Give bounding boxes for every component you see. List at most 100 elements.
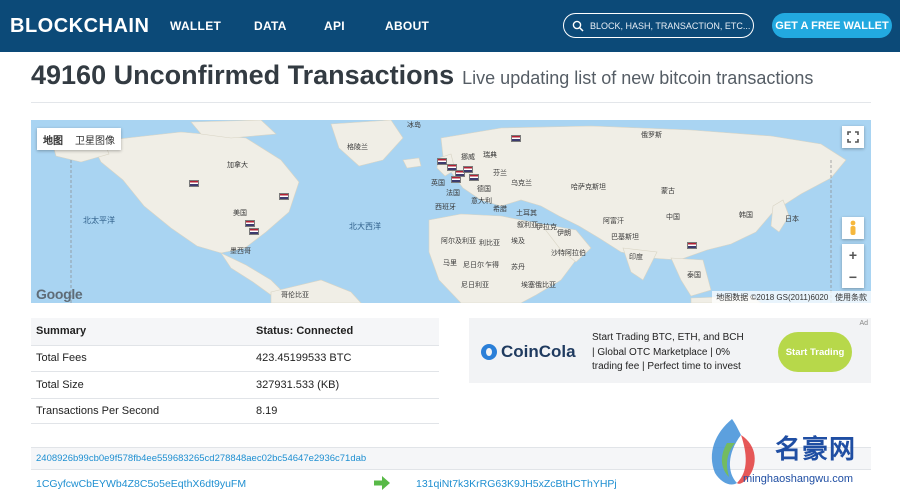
tx-marker[interactable] (687, 242, 697, 249)
map-label: 巴基斯坦 (611, 234, 639, 241)
nav-about[interactable]: ABOUT (385, 19, 429, 33)
map-label: 中国 (666, 214, 680, 221)
map-label: 墨西哥 (230, 248, 251, 255)
map-label: 冰岛 (407, 122, 421, 129)
zoom-out-button[interactable]: − (849, 266, 857, 288)
map-label: 利比亚 (479, 240, 500, 247)
tx-marker[interactable] (249, 228, 259, 235)
map-type-satellite-button[interactable]: 卫星图像 (69, 132, 121, 147)
summary-label: Total Fees (36, 352, 87, 365)
fullscreen-icon[interactable] (842, 126, 864, 148)
tx-marker[interactable] (469, 174, 479, 181)
map-terms-link[interactable]: 使用条款 (835, 293, 867, 302)
map-label: 芬兰 (493, 170, 507, 177)
coincola-logo: CoinCola (481, 342, 576, 362)
google-logo: Google (36, 286, 83, 302)
summary-row-tps: Transactions Per Second 8.19 (31, 397, 439, 424)
world-map[interactable]: 地图 卫星图像 + − 北太平洋 北大西洋 加拿大 美国 墨西哥 格陵兰 冰岛 … (31, 120, 871, 303)
map-label: 法国 (446, 190, 460, 197)
map-label: 西班牙 (435, 204, 456, 211)
connection-status: Status: Connected (256, 325, 354, 338)
summary-label: Transactions Per Second (36, 404, 160, 417)
map-label: 尼日尔 (463, 262, 484, 269)
coincola-brand-text: CoinCola (501, 342, 576, 361)
map-label: 土耳其 (516, 210, 537, 217)
search-box[interactable] (563, 13, 754, 38)
transaction-hash-link[interactable]: 2408926b99cb0e9f578fb4ee559683265cd27884… (36, 453, 366, 464)
tx-marker[interactable] (451, 176, 461, 183)
summary-table: Summary Status: Connected Total Fees 423… (31, 318, 439, 424)
tx-marker[interactable] (245, 220, 255, 227)
summary-header-label: Summary (36, 325, 87, 338)
map-label: 希腊 (493, 206, 507, 213)
page-header: 49160 Unconfirmed Transactions Live upda… (31, 60, 871, 100)
map-label: 日本 (785, 216, 799, 223)
ad-copy: Start Trading BTC, ETH, and BCH | Global… (592, 331, 762, 375)
search-input[interactable] (590, 20, 750, 31)
map-label: 格陵兰 (347, 144, 368, 151)
nav-data[interactable]: DATA (254, 19, 287, 33)
page-title: 49160 Unconfirmed Transactions (31, 60, 455, 90)
coincola-logo-icon (481, 344, 497, 360)
street-view-pegman-icon[interactable] (842, 217, 864, 239)
map-label: 英国 (431, 180, 445, 187)
summary-row-total-fees: Total Fees 423.45199533 BTC (31, 344, 439, 372)
map-label: 尼日利亚 (461, 282, 489, 289)
map-label: 苏丹 (511, 264, 525, 271)
map-label: 伊拉克 (536, 224, 557, 231)
map-type-toggle[interactable]: 地图 卫星图像 (37, 128, 121, 150)
start-trading-button[interactable]: Start Trading (778, 332, 852, 372)
zoom-controls: + − (842, 244, 864, 288)
summary-row-total-size: Total Size 327931.533 (KB) (31, 371, 439, 398)
header-divider (31, 102, 871, 103)
summary-label: Total Size (36, 378, 84, 391)
tx-marker[interactable] (463, 166, 473, 173)
tx-marker[interactable] (189, 180, 199, 187)
nav-api[interactable]: API (324, 19, 345, 33)
summary-header-row: Summary Status: Connected (31, 318, 439, 345)
ad-line: trading fee | Perfect time to invest (592, 361, 741, 372)
ad-label: Ad (859, 320, 868, 327)
map-label: 埃塞俄比亚 (521, 282, 556, 289)
map-label: 伊朗 (557, 230, 571, 237)
nav-wallet[interactable]: WALLET (170, 19, 221, 33)
map-attribution: 地图数据 ©2018 GS(2011)6020 使用条款 (712, 291, 871, 303)
summary-value: 423.45199533 BTC (256, 352, 352, 365)
summary-value: 327931.533 (KB) (256, 378, 340, 391)
get-free-wallet-button[interactable]: GET A FREE WALLET (772, 13, 892, 38)
map-type-map-button[interactable]: 地图 (37, 132, 69, 147)
zoom-in-button[interactable]: + (849, 244, 857, 266)
map-ocean-label: 北太平洋 (83, 216, 115, 225)
coincola-ad-banner[interactable]: Ad CoinCola Start Trading BTC, ETH, and … (469, 318, 871, 383)
map-label: 马里 (443, 260, 457, 267)
map-label: 印度 (629, 254, 643, 261)
map-label: 加拿大 (227, 162, 248, 169)
top-navbar: BLOCKCHAIN WALLET DATA API ABOUT GET A F… (0, 0, 900, 52)
tx-marker[interactable] (437, 158, 447, 165)
transaction-input-address[interactable]: 1CGyfcwCbEYWb4Z8C5o5eEqthX6dt9yuFM (36, 478, 246, 490)
map-label: 挪威 (461, 154, 475, 161)
search-icon (572, 20, 584, 32)
ad-line: | Global OTC Marketplace | 0% (592, 346, 731, 358)
map-label: 蒙古 (661, 188, 675, 195)
summary-value: 8.19 (256, 404, 278, 417)
map-label: 哥伦比亚 (281, 292, 309, 299)
tx-marker[interactable] (279, 193, 289, 200)
transaction-output-address[interactable]: 131qiNt7k3KrRG63K9JH5xZcBtHCThYHPj (416, 478, 617, 490)
page-subtitle: Live updating list of new bitcoin transa… (462, 68, 814, 88)
map-label: 美国 (233, 210, 247, 217)
map-label: 阿尔及利亚 (441, 238, 476, 245)
map-label: 乍得 (485, 262, 499, 269)
map-label: 乌克兰 (511, 180, 532, 187)
blockchain-logo[interactable]: BLOCKCHAIN (10, 15, 149, 38)
map-label: 意大利 (471, 198, 492, 205)
map-label: 叙利亚 (517, 222, 538, 229)
map-label: 俄罗斯 (641, 132, 662, 139)
map-label: 哈萨克斯坦 (571, 184, 606, 191)
map-label: 韩国 (739, 212, 753, 219)
map-label: 瑞典 (483, 152, 497, 159)
ad-line: Start Trading BTC, ETH, and BCH (592, 332, 744, 343)
tx-marker[interactable] (511, 135, 521, 142)
watermark-domain-text: minghaoshangwu.com (743, 473, 854, 485)
site-watermark: 名豪网 minghaoshangwu.com (697, 413, 897, 491)
